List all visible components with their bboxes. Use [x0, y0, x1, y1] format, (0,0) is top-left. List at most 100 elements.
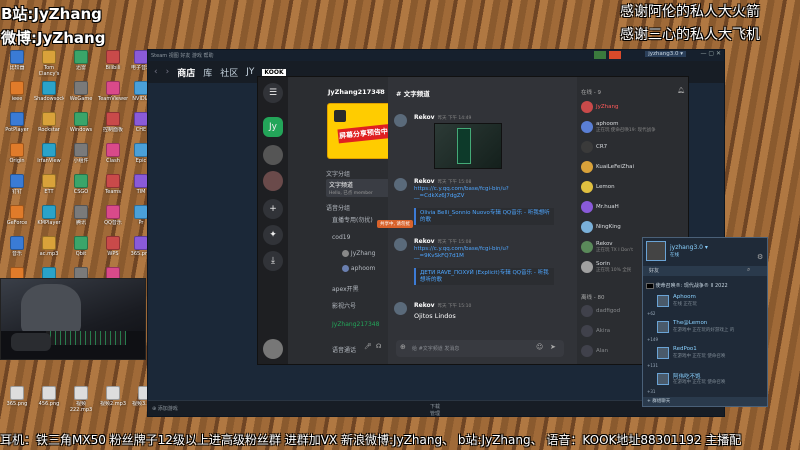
friends-settings-icon[interactable]: ⚙ — [757, 253, 763, 261]
voice-channel-movie[interactable]: 影视六号 — [332, 301, 356, 310]
friend-row[interactable]: The@Lemon 在游戏中 正在玩的好游戏上 的 — [657, 320, 775, 336]
member-row[interactable]: Rekov 正在玩 TX I Don't — [581, 241, 633, 253]
server-avatar-1-icon[interactable] — [263, 145, 283, 165]
section-voice[interactable]: 语音分组 — [326, 203, 350, 212]
message-author[interactable]: Rekov — [414, 114, 435, 121]
emoji-icon[interactable]: ☺ — [536, 343, 543, 351]
member-row[interactable]: Mr.huaH — [581, 201, 619, 213]
section-text[interactable]: 文字分组 — [326, 169, 350, 178]
server-menu-icon[interactable]: ≡ — [376, 87, 382, 95]
desktop-icon[interactable]: ac.mp3 — [34, 236, 64, 263]
user-avatar[interactable] — [263, 339, 283, 359]
voice-channel-cod19[interactable]: cod19 — [332, 234, 350, 241]
voice-user-aphoom[interactable]: aphoom — [342, 265, 375, 272]
add-game-button[interactable]: ⊕ 添加游戏 — [152, 405, 178, 412]
friends-search-bar[interactable]: 好友 ⌕ — [643, 266, 767, 276]
desktop-icon[interactable]: 456.png — [34, 386, 64, 413]
music-card[interactable]: ДЕТИ RAVE_ПОХУЙ (Explicit)专辑 QQ音乐 - 听我想听… — [414, 268, 554, 285]
desktop-icon[interactable]: ETT — [34, 174, 64, 201]
member-row[interactable]: NingKing — [581, 221, 621, 233]
member-row[interactable]: CR7 — [581, 141, 607, 153]
desktop-icon[interactable]: CSGO — [66, 174, 96, 201]
nav-profile[interactable]: JY — [246, 67, 254, 77]
steam-menu[interactable]: Steam 视图 好友 游戏 帮助 — [151, 52, 214, 59]
user-badge[interactable]: JyZhang217348 — [332, 321, 379, 328]
desktop-icon[interactable]: Clash — [98, 143, 128, 170]
friend-row[interactable]: 阿伟吃不饱 在游戏中 正在玩 使命召唤 — [657, 372, 775, 388]
member-row[interactable]: Sorin 正在玩 10% 全民 — [581, 261, 631, 273]
desktop-icon[interactable]: GeForce — [2, 205, 32, 232]
desktop-icon[interactable]: 迅雷 — [66, 50, 96, 77]
attach-icon[interactable]: ⊕ — [400, 343, 406, 351]
headset-icon[interactable]: ☊ — [376, 343, 381, 350]
desktop-icon[interactable]: 比较器 — [2, 50, 32, 77]
member-row[interactable]: Lemon — [581, 181, 615, 193]
music-card[interactable]: Olivia Belli_Sonnio Nuovo专辑 QQ音乐 - 听我想听的… — [414, 208, 554, 225]
send-icon[interactable]: ➤ — [550, 343, 556, 351]
nav-community[interactable]: 社区 — [220, 66, 238, 79]
desktop-icon[interactable]: Origin — [2, 143, 32, 170]
desktop-icon[interactable]: Shadowsocks — [34, 81, 64, 108]
desktop-icon[interactable]: 365.png — [2, 386, 32, 413]
friends-search-icon[interactable]: ⌕ — [747, 266, 750, 274]
nav-kook[interactable]: KOOK — [262, 68, 286, 76]
desktop-icon[interactable]: 控制面板 — [98, 112, 128, 139]
desktop-icon[interactable]: 腾讯 — [66, 205, 96, 232]
message-author[interactable]: Rekov — [414, 238, 435, 245]
desktop-icon[interactable]: Tom Clancy's Rainbow — [34, 50, 64, 77]
voice-channel-live[interactable]: 直播专用(勿扰) — [332, 215, 373, 224]
desktop-icon[interactable]: 钉钉 — [2, 174, 32, 201]
desktop-icon[interactable]: TeamViewer — [98, 81, 128, 108]
desktop-icon[interactable]: ieee — [2, 81, 32, 108]
desktop-icon[interactable]: Teams — [98, 174, 128, 201]
member-row[interactable]: KuaiLeFeiZhai — [581, 161, 634, 173]
nav-library[interactable]: 库 — [203, 66, 212, 79]
voice-channel-apex[interactable]: apex开黑 — [332, 284, 359, 293]
friend-row[interactable]: RedPoo1 在游戏中 正在玩 使命召唤 — [657, 346, 775, 362]
offline-member-row[interactable]: Akira — [581, 325, 610, 337]
downloads-button[interactable]: 下载 管理 — [430, 403, 440, 417]
desktop-icon[interactable]: 视频2.mp3 — [98, 386, 128, 413]
server-jy-icon[interactable]: Jy — [263, 117, 283, 137]
desktop-icon[interactable]: WPS — [98, 236, 128, 263]
message-image[interactable] — [434, 123, 502, 169]
game-group-header[interactable]: 使命召唤®: 现代战争® II 2022 — [646, 282, 728, 289]
desktop-icon[interactable]: 视频 222.mp3 — [66, 386, 96, 413]
bell-icon[interactable]: 🔔︎ — [677, 87, 685, 94]
desktop-icon[interactable]: IrfanView — [34, 143, 64, 170]
member-row[interactable]: aphoom 正在玩 使命召唤19: 现代战争 — [581, 121, 656, 133]
steam-announce-icon[interactable] — [609, 51, 621, 59]
window-controls[interactable]: — ▢ ✕ — [700, 50, 721, 57]
voice-user-jyzhang[interactable]: JyZhang — [342, 250, 375, 257]
message-author[interactable]: Rekov — [414, 302, 435, 309]
desktop-icon[interactable]: Qbit — [66, 236, 96, 263]
message-input[interactable]: ⊕ 给 #文字频道 发消息 ☺ ➤ — [396, 340, 564, 357]
desktop-icon[interactable]: KMPlayer — [34, 205, 64, 232]
friends-self-name[interactable]: jyzhang3.0 ▾ — [670, 244, 708, 251]
steam-notify-icon[interactable] — [594, 51, 606, 59]
desktop-icon[interactable]: Rockstar — [34, 112, 64, 139]
desktop-icon[interactable]: PotPlayer — [2, 112, 32, 139]
kook-home-icon[interactable]: ☰ — [263, 83, 283, 103]
message-link[interactable]: https://c.y.qq.com/base/fcgi-bin/u?__=Cd… — [414, 186, 534, 199]
back-arrow-icon[interactable]: ‹ — [154, 67, 158, 77]
desktop-icon[interactable]: 小组件 — [66, 143, 96, 170]
offline-member-row[interactable]: Alan — [581, 345, 608, 357]
forward-arrow-icon[interactable]: › — [166, 67, 170, 77]
desktop-icon[interactable]: WeGame — [66, 81, 96, 108]
offline-member-row[interactable]: dadfigod — [581, 305, 620, 317]
steam-account-menu[interactable]: jyzhang3.0 ▾ — [645, 51, 686, 57]
add-server-icon[interactable]: + — [263, 199, 283, 219]
friends-self-avatar[interactable] — [646, 241, 666, 261]
desktop-icon[interactable]: Bilibili — [98, 50, 128, 77]
discover-icon[interactable]: ✦ — [263, 225, 283, 245]
desktop-icon[interactable]: QQ音乐 — [98, 205, 128, 232]
friend-row[interactable]: Aphoom 在线 正在玩 — [657, 294, 775, 310]
desktop-icon[interactable]: 音乐 — [2, 236, 32, 263]
desktop-icon[interactable]: Windows — [66, 112, 96, 139]
nav-store[interactable]: 商店 — [177, 66, 195, 79]
mic-icon[interactable]: 🎤︎ — [364, 343, 372, 350]
download-icon[interactable]: ⤓ — [263, 251, 283, 271]
message-author[interactable]: Rekov — [414, 178, 435, 185]
group-chat-bar[interactable]: + 群组聊天 — [643, 397, 767, 406]
